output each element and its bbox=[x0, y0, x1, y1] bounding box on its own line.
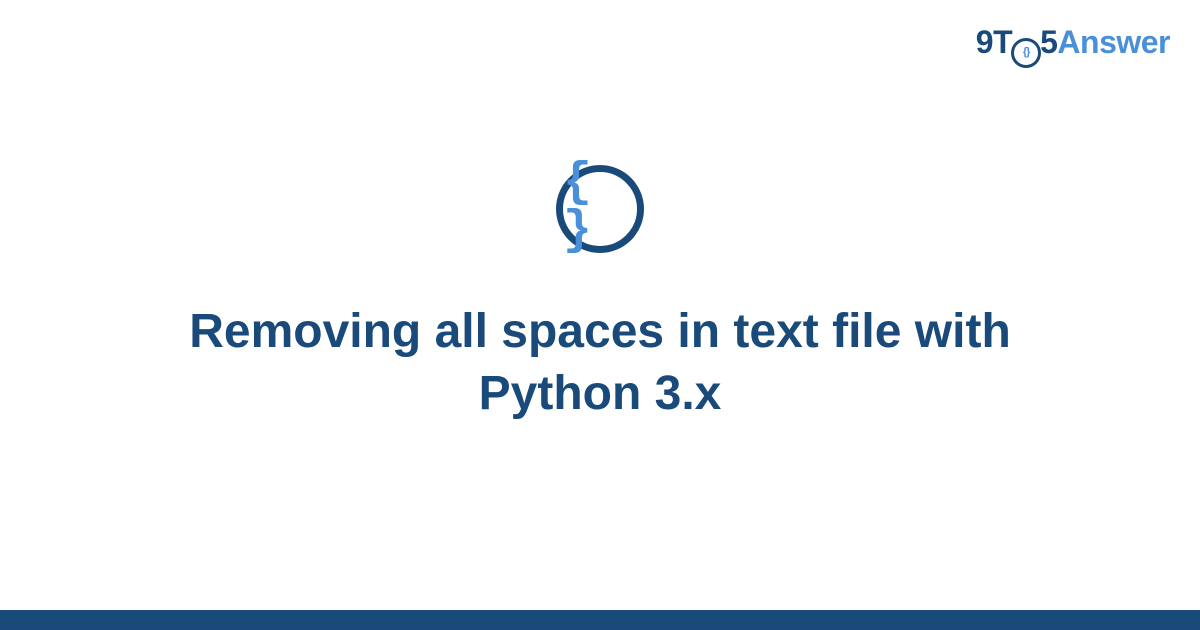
page-title: Removing all spaces in text file with Py… bbox=[150, 301, 1050, 426]
category-icon-wrapper: { } bbox=[556, 165, 644, 253]
code-braces-icon: { } bbox=[556, 165, 644, 253]
footer-accent-bar bbox=[0, 610, 1200, 630]
main-content: { } Removing all spaces in text file wit… bbox=[0, 0, 1200, 630]
braces-glyph: { } bbox=[563, 159, 637, 255]
